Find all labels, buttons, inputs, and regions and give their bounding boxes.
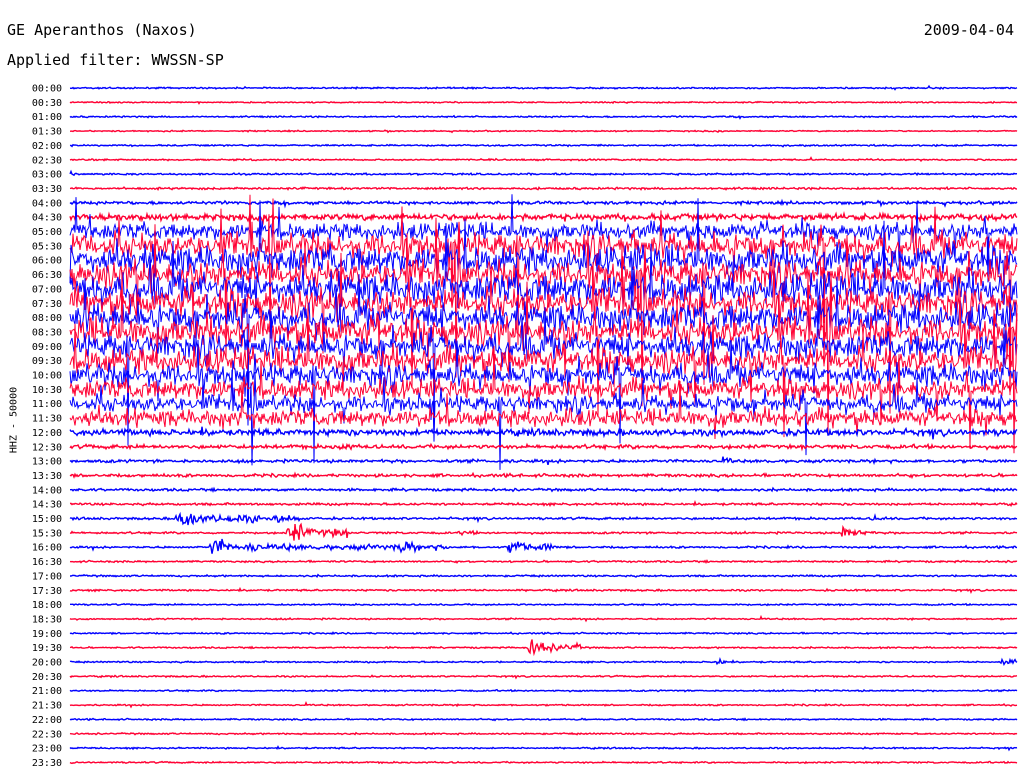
row-label: 10:30 [32,385,62,396]
trace-row-1300 [69,456,1018,466]
row-label: 18:00 [32,600,62,611]
trace-row-1500 [69,511,1018,526]
row-label: 16:00 [32,543,62,554]
row-label: 07:30 [32,299,62,310]
row-label: 09:00 [32,342,62,353]
row-label: 07:00 [32,284,62,295]
seismogram-plot: 00:00 00:30 01:00 01:30 02:00 02:30 03:00 03:30… [32,84,1018,769]
row-label: 20:30 [32,672,62,683]
row-label: 16:30 [32,557,62,568]
trace-row-0130 [70,129,1018,134]
trace-row-2200 [69,717,1018,722]
trace-row-1800 [70,602,1018,607]
trace-row-1530 [69,522,1018,541]
row-label: 09:30 [32,356,62,367]
trace-row-0100 [69,114,1018,120]
row-labels-group: 00:00 00:30 01:00 01:30 02:00 02:30 03:00 03:30… [32,84,62,769]
row-label: 01:30 [32,127,62,138]
row-label: 23:00 [32,744,62,755]
trace-row-1630 [69,559,1018,564]
row-label: 03:00 [32,170,62,181]
row-label: 05:00 [32,227,62,238]
trace-row-0200 [69,143,1018,148]
row-label: 13:00 [32,457,62,468]
row-label: 00:30 [32,98,62,109]
trace-row-2130 [69,700,1018,709]
row-label: 23:30 [32,758,62,769]
row-label: 06:30 [32,270,62,281]
trace-row-1330 [69,471,1018,480]
row-label: 04:00 [32,198,62,209]
row-label: 15:00 [32,514,62,525]
trace-row-0330 [69,186,1017,192]
row-label: 00:00 [32,84,62,95]
trace-row-1230 [69,442,1018,452]
row-label: 17:30 [32,586,62,597]
row-label: 19:30 [32,643,62,654]
row-label: 10:00 [32,371,62,382]
row-label: 13:30 [32,471,62,482]
row-label: 20:00 [32,658,62,669]
row-label: 08:30 [32,327,62,338]
row-label: 08:00 [32,313,62,324]
row-label: 22:00 [32,715,62,726]
row-label: 21:30 [32,701,62,712]
trace-row-1600 [69,538,1018,554]
trace-row-1200 [69,426,1018,440]
row-label: 11:00 [32,399,62,410]
row-label: 12:00 [32,428,62,439]
row-label: 04:30 [32,213,62,224]
row-label: 06:00 [32,256,62,267]
row-label: 05:30 [32,241,62,252]
row-label: 14:00 [32,485,62,496]
trace-row-0300 [69,169,1018,177]
row-label: 21:00 [32,686,62,697]
traces-group [69,84,1018,765]
trace-row-0430 [69,210,1018,226]
trace-row-2230 [69,731,1018,736]
trace-row-0400 [69,198,1018,209]
row-label: 14:30 [32,500,62,511]
trace-row-2330 [69,760,1018,765]
trace-row-1700 [70,573,1018,579]
trace-row-1830 [69,614,1018,623]
row-label: 11:30 [32,414,62,425]
trace-row-1730 [69,586,1018,594]
trace-row-0000 [69,84,1018,91]
row-label: 12:30 [32,442,62,453]
row-label: 19:00 [32,629,62,640]
row-label: 18:30 [32,614,62,625]
trace-row-0230 [69,156,1018,163]
row-label: 02:30 [32,155,62,166]
trace-row-1930 [69,639,1018,657]
trace-row-2300 [69,745,1018,752]
trace-row-2030 [69,674,1018,680]
trace-row-0030 [69,100,1018,105]
row-label: 15:30 [32,528,62,539]
row-label: 17:00 [32,571,62,582]
row-label: 03:30 [32,184,62,195]
row-label: 22:30 [32,729,62,740]
trace-row-1400 [70,486,1018,493]
trace-row-2100 [69,688,1018,693]
trace-row-1430 [69,499,1018,508]
row-label: 02:00 [32,141,62,152]
row-label: 01:00 [32,112,62,123]
trace-row-2000 [69,656,1018,666]
trace-row-1900 [69,631,1018,636]
